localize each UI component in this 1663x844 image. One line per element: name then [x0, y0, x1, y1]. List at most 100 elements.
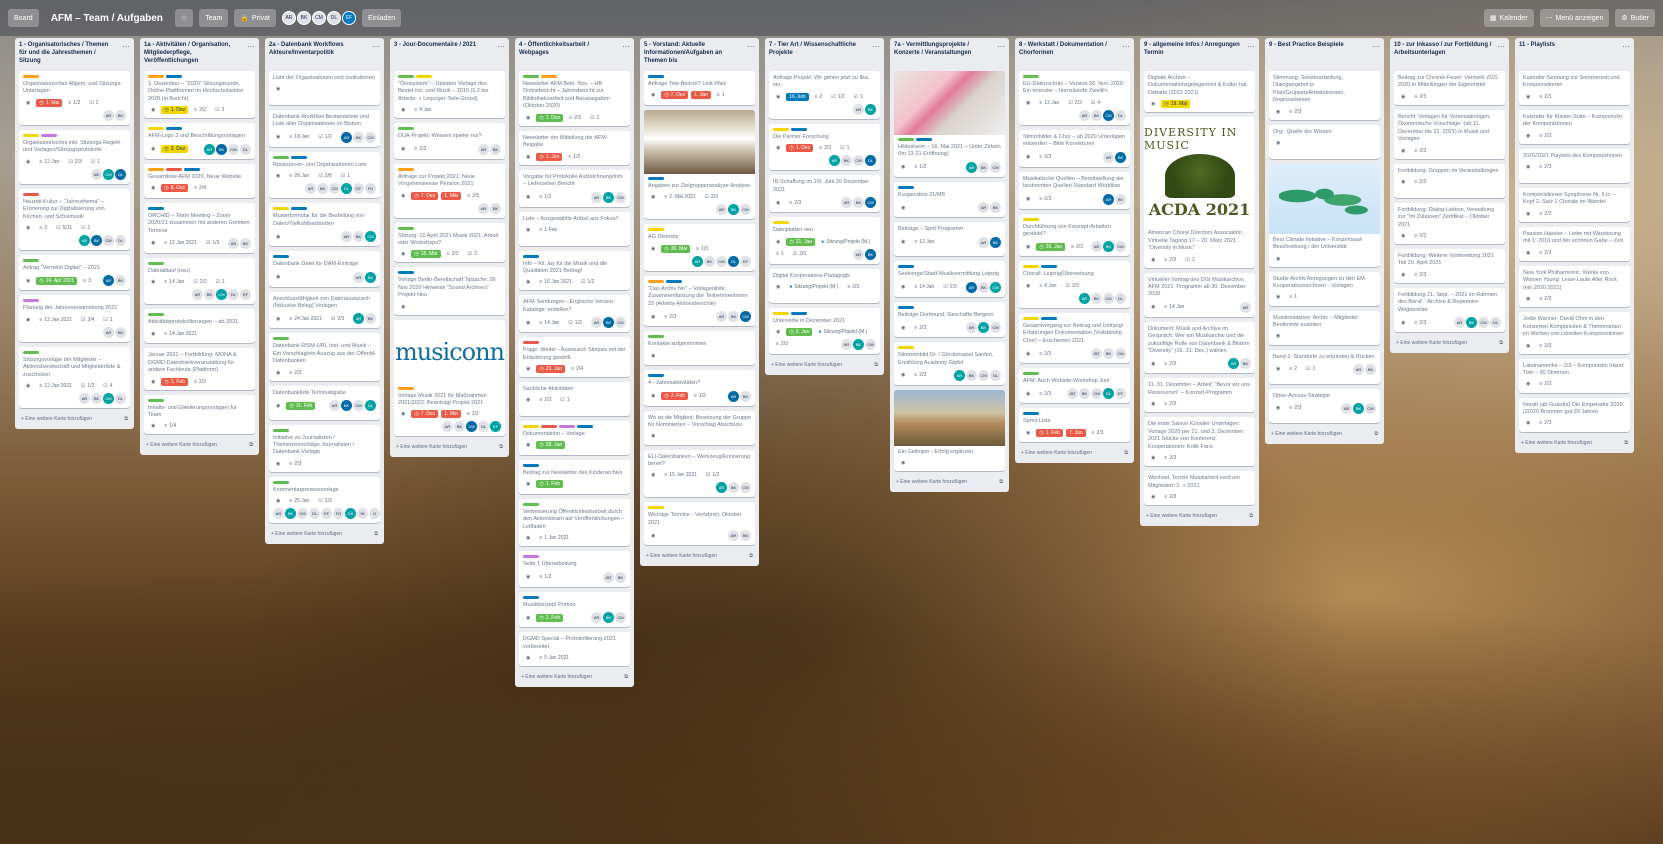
- card-label-purple[interactable]: [41, 133, 57, 137]
- card[interactable]: Musikredaktion: Archiv – Mitglieder: Bes…: [1269, 310, 1380, 345]
- card-label-green[interactable]: [148, 398, 164, 402]
- avatar[interactable]: EF: [240, 289, 251, 301]
- card[interactable]: Fortbildung 21. Sept. – 2021 im Rahmen d…: [1394, 287, 1505, 333]
- start-date-badge[interactable]: 1. Mai: [441, 410, 461, 419]
- avatar[interactable]: BK: [115, 275, 126, 287]
- card[interactable]: New York Philharmonic: Werke von Women Y…: [1519, 266, 1630, 308]
- avatar[interactable]: AR: [1240, 301, 1251, 313]
- card[interactable]: IR Schaffung im 1/9. Juni 20 Dezember 20…: [769, 175, 880, 213]
- avatar[interactable]: EF: [321, 508, 332, 520]
- card-label-green[interactable]: [523, 75, 539, 78]
- card-label-blue[interactable]: [184, 167, 200, 171]
- avatar[interactable]: BK: [1353, 402, 1364, 414]
- card[interactable]: Dokumentation – Vorlage ◉ ◷ 28. Jan: [519, 421, 630, 456]
- card-label-red[interactable]: [541, 425, 557, 429]
- card-label-green[interactable]: [398, 226, 414, 230]
- avatar[interactable]: AR: [478, 143, 489, 155]
- avatar[interactable]: BK: [1103, 241, 1114, 253]
- avatar[interactable]: CM: [103, 168, 114, 180]
- avatar[interactable]: DL: [228, 289, 239, 301]
- card-label-blue[interactable]: [523, 254, 539, 258]
- due-date-badge[interactable]: ◷ 28. Jan: [536, 441, 566, 450]
- avatar[interactable]: BK: [865, 248, 876, 260]
- avatar[interactable]: AR: [329, 400, 340, 412]
- avatar[interactable]: BK: [978, 281, 989, 293]
- due-date-badge[interactable]: ◷ 1. Feb: [536, 480, 563, 489]
- card[interactable]: "Das Archiv hin" – Vorlagenliste: Zusamm…: [644, 275, 755, 327]
- avatar[interactable]: AR: [853, 248, 864, 260]
- card-label-blue[interactable]: [166, 127, 182, 131]
- card-label-blue[interactable]: [166, 75, 182, 78]
- card-label-blue[interactable]: [523, 464, 539, 468]
- card[interactable]: Band 2: Standorte zu erkunden & Rücken ◉ ≡…: [1269, 349, 1380, 384]
- board-title[interactable]: AFM – Team / Aufgaben: [45, 13, 169, 24]
- list-title[interactable]: 7a - Vermittlungsprojekte / Konzerte / V…: [894, 42, 997, 58]
- list-title[interactable]: 2a - Datenbank Workflows Akteure/Inventa…: [269, 42, 372, 58]
- card[interactable]: Best Climate Initiative – Konzertsaal-Be…: [1269, 163, 1380, 267]
- avatar[interactable]: DL: [326, 11, 341, 25]
- avatar[interactable]: AR: [966, 161, 977, 173]
- list[interactable]: 5 - Vorstand: Aktuelle Informationen/Auf…: [640, 38, 759, 567]
- due-date-badge[interactable]: ◷ 30. Mai: [661, 244, 691, 253]
- avatar[interactable]: AR: [79, 234, 90, 246]
- avatar[interactable]: AR: [1454, 317, 1465, 329]
- card[interactable]: Norah (ab Guardia) Die Emperador 2020 (2…: [1519, 397, 1630, 432]
- due-date-badge[interactable]: ◷ 2. Jan: [786, 327, 813, 336]
- card[interactable]: Frage: Weiter - Austausch Skepsis mit de…: [519, 337, 630, 378]
- due-date-badge[interactable]: ◷ 1. Feb: [161, 377, 188, 386]
- card[interactable]: Open-Access-Strategie ◉ ≡ 2/3 AR BK CM: [1269, 388, 1380, 423]
- card[interactable]: Dokument: Musik und Archive im Gespräch:…: [1144, 321, 1255, 374]
- card[interactable]: Datenbank-Workflow Bestandsliste und Lis…: [269, 110, 380, 147]
- avatar[interactable]: CM: [865, 197, 876, 209]
- avatar[interactable]: AR: [91, 168, 102, 180]
- card[interactable]: Studie-Archiv Anregungen zu den EM-Koope…: [1269, 271, 1380, 306]
- more-icon[interactable]: ⋯: [1122, 42, 1130, 51]
- avatar[interactable]: CM: [365, 231, 376, 243]
- avatar[interactable]: CM: [353, 400, 364, 412]
- card[interactable]: Sachliche Aktivitäten ◉ ≡ 2/3 ☑ 1: [519, 382, 630, 417]
- avatar[interactable]: CM: [103, 393, 114, 405]
- card-label-yellow[interactable]: [773, 311, 789, 315]
- card[interactable]: 1. Dezember – "2020" Sitzungsrunde, Onli…: [144, 71, 255, 119]
- avatar[interactable]: BK: [853, 197, 864, 209]
- card-label-blue[interactable]: [291, 207, 307, 211]
- avatar[interactable]: DL: [1115, 292, 1126, 304]
- avatar[interactable]: CM: [716, 255, 727, 267]
- card[interactable]: Seite 1 Überarbeitung ◉ ≡ 1/2 AR BK: [519, 551, 630, 587]
- card[interactable]: Durchführung von Konzept-Arbeiten gestär…: [1019, 213, 1130, 257]
- avatar[interactable]: DL: [990, 369, 1001, 381]
- card-label-green[interactable]: [898, 138, 914, 141]
- avatar[interactable]: BK: [490, 143, 501, 155]
- avatar[interactable]: AR: [978, 236, 989, 248]
- list[interactable]: 11 - Playlists ⋯ Kalender-Sendung zur Somm…: [1515, 38, 1634, 453]
- card[interactable]: AFM: Auch Website-Workshop Juni ◉ ≡ 2/3 AR BK…: [1019, 368, 1130, 404]
- card-label-blue[interactable]: [577, 425, 593, 429]
- avatar[interactable]: AR: [603, 571, 614, 583]
- avatar[interactable]: AR: [716, 204, 727, 216]
- avatar[interactable]: BK: [317, 183, 328, 195]
- avatar[interactable]: AR: [1103, 151, 1114, 163]
- card-label-blue[interactable]: [791, 127, 807, 131]
- card-label-purple[interactable]: [523, 555, 539, 559]
- avatar[interactable]: BK: [740, 390, 751, 402]
- card-label-orange[interactable]: [23, 75, 39, 78]
- card-label-green[interactable]: [648, 335, 664, 339]
- avatar[interactable]: CM: [615, 317, 626, 329]
- card[interactable]: Stimmbilder & Chor – ab 2020 Unterlagen …: [1019, 129, 1130, 167]
- avatar[interactable]: BK: [990, 236, 1001, 248]
- avatar[interactable]: CM: [103, 234, 114, 246]
- card-label-green[interactable]: [148, 261, 164, 265]
- avatar[interactable]: BK: [978, 322, 989, 334]
- avatar[interactable]: AR: [829, 155, 840, 167]
- avatar[interactable]: AR: [1103, 193, 1114, 205]
- avatar[interactable]: BK: [216, 143, 227, 155]
- avatar[interactable]: AR: [841, 338, 852, 350]
- card[interactable]: "Ökosystem" – Updaten Vorlage des Bestel…: [394, 71, 505, 119]
- due-date-badge[interactable]: ◷ 1. Dez: [536, 113, 564, 122]
- due-date-badge[interactable]: ◷ 23. Jan: [536, 365, 566, 374]
- card[interactable]: musiconn Vorlage Musik 2021 für Maßnahmen…: [394, 319, 505, 437]
- avatar[interactable]: FG: [333, 508, 344, 520]
- avatar[interactable]: BK: [91, 393, 102, 405]
- card-label-yellow[interactable]: [648, 506, 664, 510]
- avatar[interactable]: BK: [1091, 109, 1102, 121]
